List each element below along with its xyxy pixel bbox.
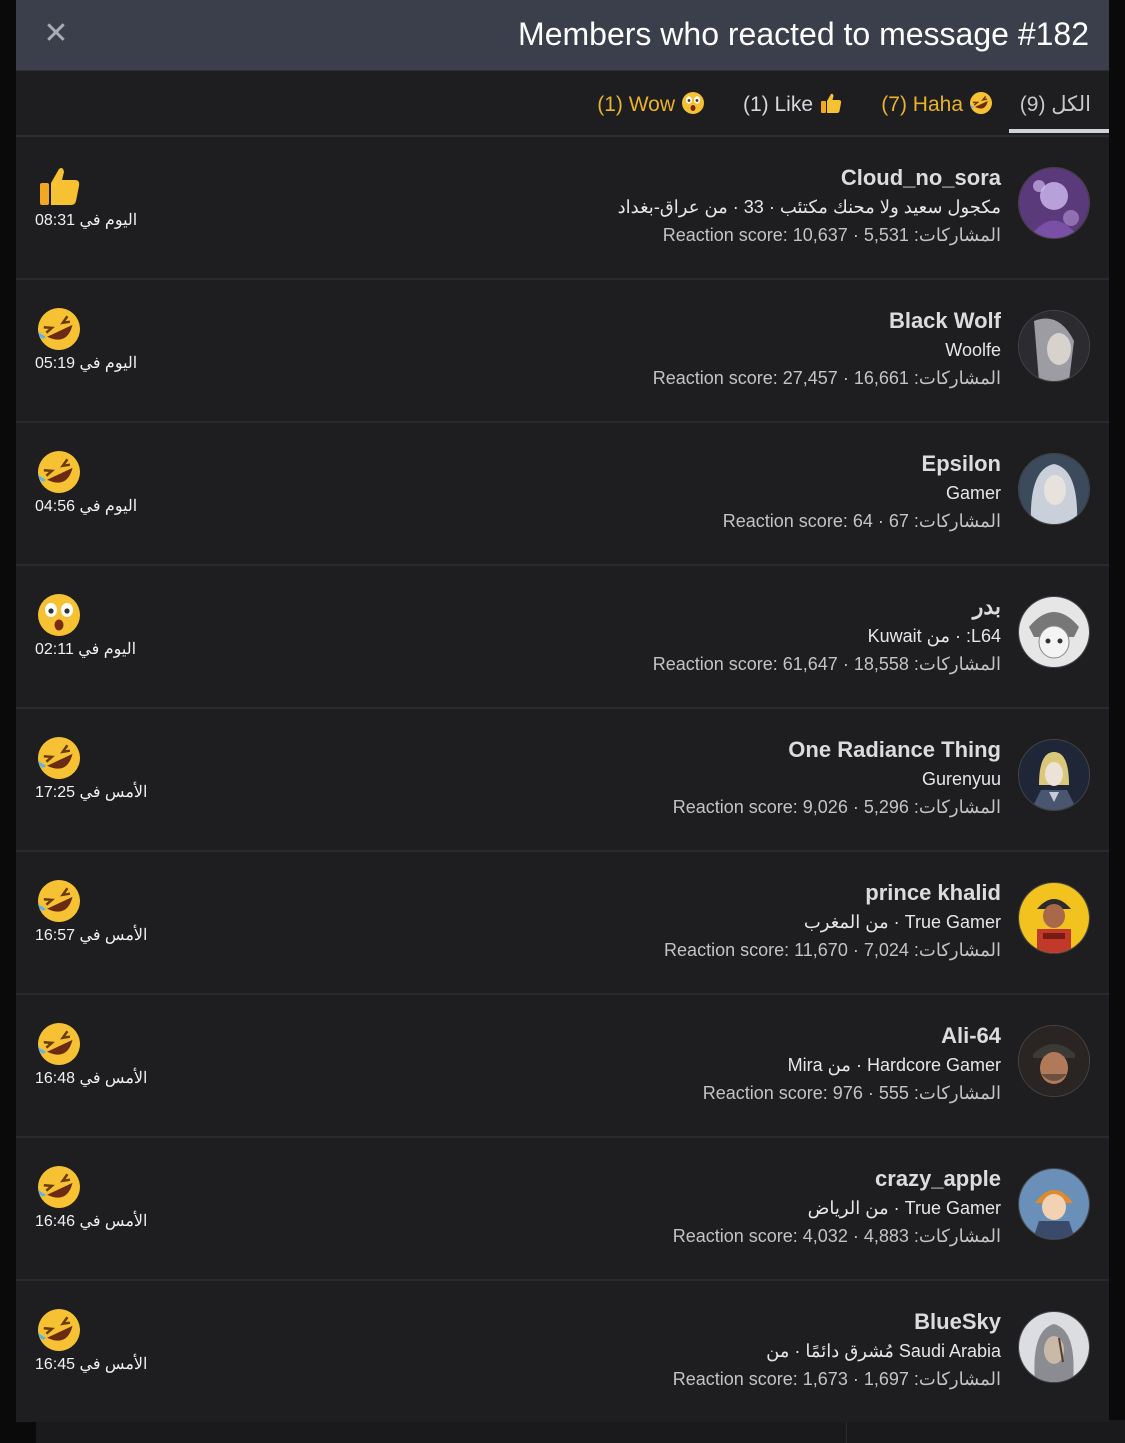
- active-tab-underline: [1009, 129, 1109, 133]
- member-info: crazy_apple من الرياض · True Gamer React…: [301, 1164, 1001, 1250]
- list-item: BlueSky مُشرق دائمًا · من Saudi Arabia R…: [16, 1281, 1109, 1422]
- avatar[interactable]: [1018, 739, 1090, 811]
- dialog-title: Members who reacted to message #182: [518, 16, 1089, 52]
- member-name[interactable]: Ali-64: [301, 1021, 1001, 1051]
- member-info: Cloud_no_sora مكجول سعيد ولا محنك مكتئب …: [301, 163, 1001, 249]
- member-info: BlueSky مُشرق دائمًا · من Saudi Arabia R…: [301, 1307, 1001, 1393]
- thumbs-up-icon: [821, 93, 842, 113]
- avatar[interactable]: [1018, 453, 1090, 525]
- tab-like[interactable]: (1) Like: [743, 91, 843, 119]
- list-item: Black Wolf Woolfe Reaction score: 27,457…: [16, 280, 1109, 423]
- tab-wow-label: (1) Wow: [597, 93, 675, 116]
- haha-emoji-icon: [38, 737, 80, 779]
- member-info: Ali-64 Mira من · Hardcore Gamer Reaction…: [301, 1021, 1001, 1107]
- member-name[interactable]: Epsilon: [301, 449, 1001, 479]
- member-stats: Reaction score: 64 · 67 :المشاركات: [722, 511, 1001, 531]
- reaction-time: اليوم في 08:31: [35, 212, 138, 229]
- reaction-time: الأمس في 16:48: [35, 1070, 148, 1087]
- avatar[interactable]: [1018, 310, 1090, 382]
- list-item: بدر Kuwait من · :L64 Reaction score: 61,…: [16, 566, 1109, 709]
- members-list: Cloud_no_sora مكجول سعيد ولا محنك مكتئب …: [16, 137, 1109, 1422]
- member-stats: Reaction score: 11,670 · 7,024 :المشاركا…: [664, 940, 1001, 960]
- member-stats: Reaction score: 976 · 555 :المشاركات: [702, 1083, 1001, 1103]
- reaction-tabs: (1) Wow (1) Like (7) Haha الكل (9): [16, 71, 1109, 137]
- member-title: مكجول سعيد ولا محنك مكتئب · 33 · من عراق…: [617, 197, 1001, 217]
- haha-emoji-icon: [38, 308, 80, 350]
- member-title: من المغرب · True Gamer: [803, 912, 1001, 932]
- member-title: من الرياض · True Gamer: [807, 1198, 1001, 1218]
- strip-separator: [846, 1420, 847, 1443]
- tab-wow[interactable]: (1) Wow: [597, 91, 705, 119]
- reaction-time: الأمس في 16:45: [35, 1356, 148, 1373]
- member-info: Epsilon Gamer Reaction score: 64 · 67 :ا…: [301, 449, 1001, 535]
- member-title: Woolfe: [945, 340, 1001, 360]
- reaction-time: الأمس في 16:57: [35, 927, 148, 944]
- member-name[interactable]: One Radiance Thing: [301, 735, 1001, 765]
- member-stats: Reaction score: 61,647 · 18,558 :المشارك…: [652, 654, 1001, 674]
- member-info: Black Wolf Woolfe Reaction score: 27,457…: [301, 306, 1001, 392]
- reaction-time: اليوم في 02:11: [35, 641, 137, 658]
- avatar[interactable]: [1018, 1025, 1090, 1097]
- thumbs-up-icon: [40, 168, 80, 205]
- member-title: Gamer: [945, 483, 1001, 503]
- haha-emoji-icon: [38, 880, 80, 922]
- member-info: One Radiance Thing Gurenyuu Reaction sco…: [301, 735, 1001, 821]
- haha-emoji-icon: [970, 92, 992, 114]
- member-name[interactable]: prince khalid: [301, 878, 1001, 908]
- wow-emoji-icon: [38, 594, 80, 636]
- haha-emoji-icon: [38, 1166, 80, 1208]
- haha-emoji-icon: [38, 451, 80, 493]
- avatar[interactable]: [1018, 1311, 1090, 1383]
- tab-haha-label: (7) Haha: [881, 93, 963, 116]
- close-icon[interactable]: ✕: [40, 16, 72, 52]
- reaction-time: الأمس في 17:25: [35, 784, 148, 801]
- list-item: Ali-64 Mira من · Hardcore Gamer Reaction…: [16, 995, 1109, 1138]
- member-name[interactable]: BlueSky: [301, 1307, 1001, 1337]
- member-name[interactable]: Black Wolf: [301, 306, 1001, 336]
- reaction-time: اليوم في 04:56: [35, 498, 138, 515]
- avatar[interactable]: [1018, 596, 1090, 668]
- member-name[interactable]: crazy_apple: [301, 1164, 1001, 1194]
- member-title: Mira من · Hardcore Gamer: [787, 1055, 1001, 1075]
- tab-all[interactable]: الكل (9): [1020, 91, 1091, 119]
- reactions-dialog: ✕ Members who reacted to message #182 (1…: [16, 0, 1109, 1422]
- tab-like-label: (1) Like: [742, 93, 813, 116]
- member-title: مُشرق دائمًا · من Saudi Arabia: [766, 1341, 1001, 1361]
- list-item: Epsilon Gamer Reaction score: 64 · 67 :ا…: [16, 423, 1109, 566]
- list-item: crazy_apple من الرياض · True Gamer React…: [16, 1138, 1109, 1281]
- member-stats: Reaction score: 4,032 · 4,883 :المشاركات: [672, 1226, 1001, 1246]
- reaction-time: اليوم في 05:19: [35, 355, 138, 372]
- list-item: Cloud_no_sora مكجول سعيد ولا محنك مكتئب …: [16, 137, 1109, 280]
- member-title: Kuwait من · :L64: [867, 626, 1001, 646]
- list-item: One Radiance Thing Gurenyuu Reaction sco…: [16, 709, 1109, 852]
- member-name[interactable]: بدر: [301, 592, 1001, 622]
- member-info: prince khalid من المغرب · True Gamer Rea…: [301, 878, 1001, 964]
- member-title: Gurenyuu: [921, 769, 1001, 789]
- reaction-time: الأمس في 16:46: [35, 1213, 148, 1230]
- avatar[interactable]: [1018, 167, 1090, 239]
- member-stats: Reaction score: 1,673 · 1,697 :المشاركات: [672, 1369, 1001, 1389]
- avatar[interactable]: [1018, 1168, 1090, 1240]
- avatar[interactable]: [1018, 882, 1090, 954]
- dialog-header: ✕ Members who reacted to message #182: [16, 0, 1109, 71]
- haha-emoji-icon: [38, 1023, 80, 1065]
- list-item: prince khalid من المغرب · True Gamer Rea…: [16, 852, 1109, 995]
- member-name[interactable]: Cloud_no_sora: [301, 163, 1001, 193]
- wow-emoji-icon: [682, 92, 704, 114]
- member-stats: Reaction score: 10,637 · 5,531 :المشاركا…: [662, 225, 1001, 245]
- member-stats: Reaction score: 27,457 · 16,661 :المشارك…: [652, 368, 1001, 388]
- member-info: بدر Kuwait من · :L64 Reaction score: 61,…: [301, 592, 1001, 678]
- underlying-page-strip: [36, 1420, 1125, 1443]
- member-stats: Reaction score: 9,026 · 5,296 :المشاركات: [672, 797, 1001, 817]
- haha-emoji-icon: [38, 1309, 80, 1351]
- tab-haha[interactable]: (7) Haha: [881, 91, 993, 119]
